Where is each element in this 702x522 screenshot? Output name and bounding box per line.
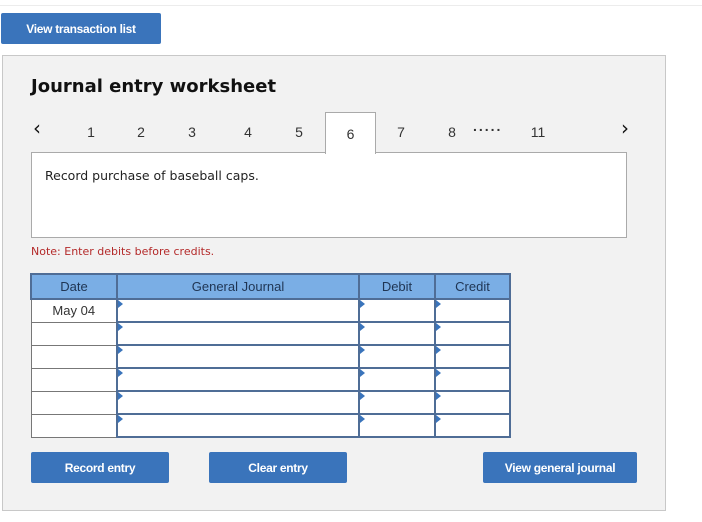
note-text: Note: Enter debits before credits. (31, 245, 215, 258)
transaction-description-box: Record purchase of baseball caps. (31, 152, 627, 238)
tab-8[interactable]: 8 (434, 112, 470, 152)
date-cell[interactable] (30, 413, 118, 438)
debit-input[interactable] (358, 413, 436, 438)
debit-input[interactable] (358, 390, 436, 415)
header-date: Date (30, 273, 118, 300)
debit-input[interactable] (358, 321, 436, 346)
date-cell[interactable] (30, 344, 118, 369)
table-row (30, 367, 511, 392)
debit-input[interactable] (358, 298, 436, 323)
debit-input[interactable] (358, 367, 436, 392)
tab-2[interactable]: 2 (123, 112, 159, 152)
table-row (30, 413, 511, 438)
clear-entry-button[interactable]: Clear entry (209, 452, 347, 483)
credit-input[interactable] (434, 367, 511, 392)
credit-input[interactable] (434, 413, 511, 438)
credit-input[interactable] (434, 321, 511, 346)
header-credit: Credit (434, 273, 511, 300)
record-entry-button[interactable]: Record entry (31, 452, 169, 483)
account-input[interactable] (116, 367, 360, 392)
account-input[interactable] (116, 344, 360, 369)
account-input[interactable] (116, 321, 360, 346)
credit-input[interactable] (434, 298, 511, 323)
table-row: May 04 (30, 298, 511, 323)
credit-input[interactable] (434, 344, 511, 369)
tab-5[interactable]: 5 (281, 112, 317, 152)
tab-1[interactable]: 1 (73, 112, 109, 152)
transaction-description: Record purchase of baseball caps. (45, 168, 259, 183)
view-transaction-list-button[interactable]: View transaction list (1, 13, 161, 44)
tab-11[interactable]: 11 (520, 112, 556, 152)
date-cell[interactable] (30, 321, 118, 346)
account-input[interactable] (116, 413, 360, 438)
credit-input[interactable] (434, 390, 511, 415)
tab-7[interactable]: 7 (383, 112, 419, 152)
debit-input[interactable] (358, 344, 436, 369)
tab-3[interactable]: 3 (174, 112, 210, 152)
tab-4[interactable]: 4 (230, 112, 266, 152)
table-row (30, 390, 511, 415)
table-row (30, 344, 511, 369)
top-divider (0, 5, 702, 6)
chevron-left-icon[interactable]: ‹ (33, 116, 41, 140)
journal-table: Date General Journal Debit Credit May 04 (30, 273, 511, 438)
worksheet-title: Journal entry worksheet (31, 76, 277, 97)
header-general-journal: General Journal (116, 273, 360, 300)
tabs-ellipsis: ..... (473, 118, 503, 134)
tab-6-active[interactable]: 6 (325, 112, 376, 154)
view-general-journal-button[interactable]: View general journal (483, 452, 637, 483)
date-cell[interactable] (30, 367, 118, 392)
chevron-right-icon[interactable]: › (621, 116, 629, 140)
account-input[interactable] (116, 390, 360, 415)
date-cell[interactable] (30, 390, 118, 415)
date-cell: May 04 (30, 298, 118, 323)
account-input[interactable] (116, 298, 360, 323)
header-debit: Debit (358, 273, 436, 300)
table-row (30, 321, 511, 346)
journal-entry-worksheet-panel: Journal entry worksheet ‹ › 1 2 3 4 5 6 … (2, 55, 666, 511)
